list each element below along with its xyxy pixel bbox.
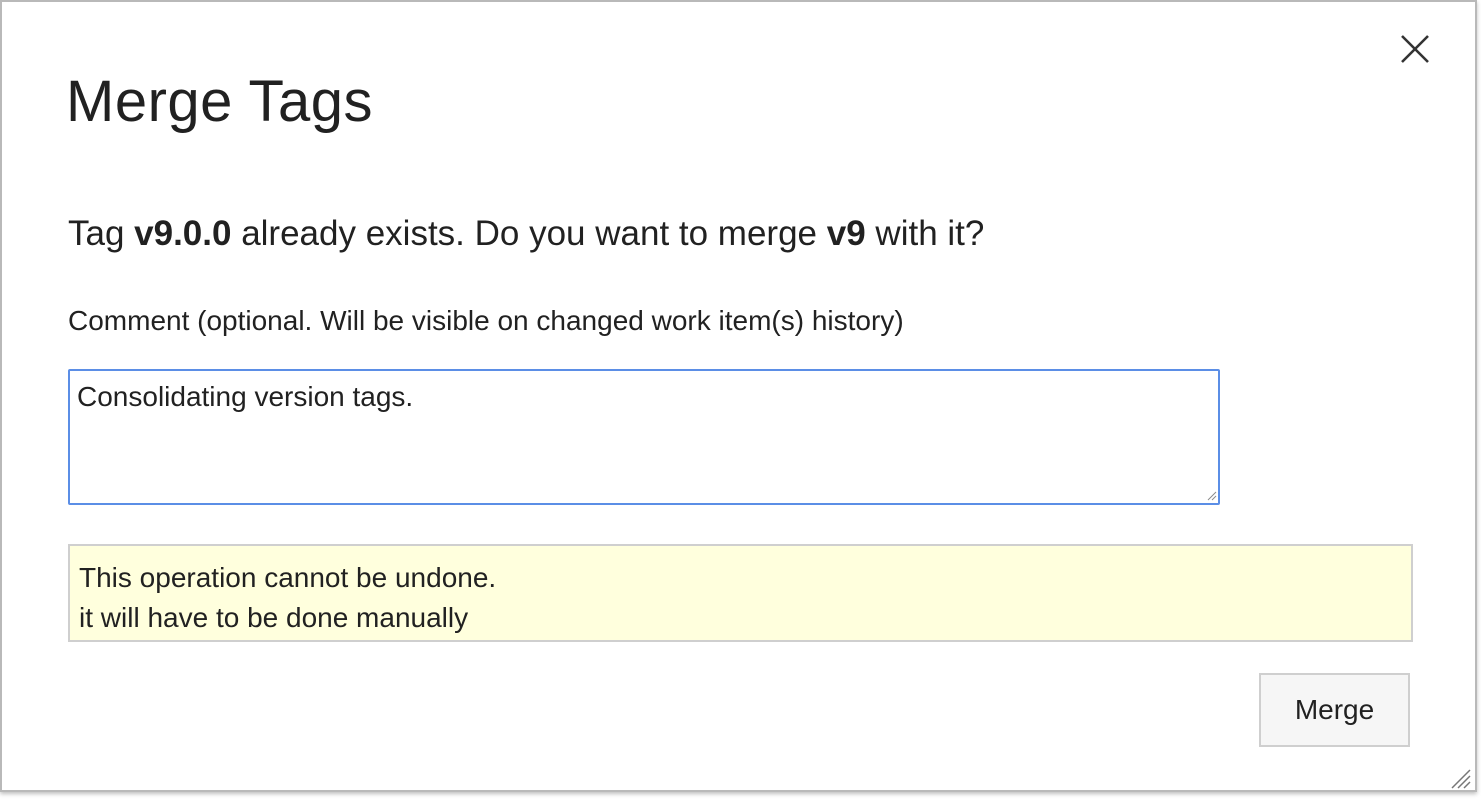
textarea-resize-grip-icon[interactable]: [1205, 489, 1217, 501]
comment-input[interactable]: Consolidating version tags.: [68, 369, 1220, 505]
close-icon: [1401, 35, 1429, 63]
dialog-resize-grip-icon[interactable]: [1446, 764, 1472, 790]
close-button[interactable]: [1395, 30, 1435, 70]
question-middle: already exists. Do you want to merge: [231, 214, 827, 253]
existing-tag-name: v9.0.0: [134, 214, 232, 253]
question-prefix: Tag: [68, 214, 135, 253]
question-suffix: with it?: [865, 214, 985, 253]
warning-line-1: This operation cannot be undone.: [79, 562, 497, 593]
merge-question: Tag v9.0.0 already exists. Do you want t…: [68, 214, 984, 254]
warning-line-2: it will have to be done manually: [79, 602, 469, 633]
dialog-title: Merge Tags: [66, 69, 373, 134]
warning-message: This operation cannot be undone. it will…: [68, 544, 1413, 642]
merge-tags-dialog: Merge Tags Tag v9.0.0 already exists. Do…: [0, 0, 1477, 792]
merge-button[interactable]: Merge: [1259, 673, 1410, 747]
source-tag-name: v9: [826, 214, 866, 253]
comment-label: Comment (optional. Will be visible on ch…: [68, 305, 904, 336]
